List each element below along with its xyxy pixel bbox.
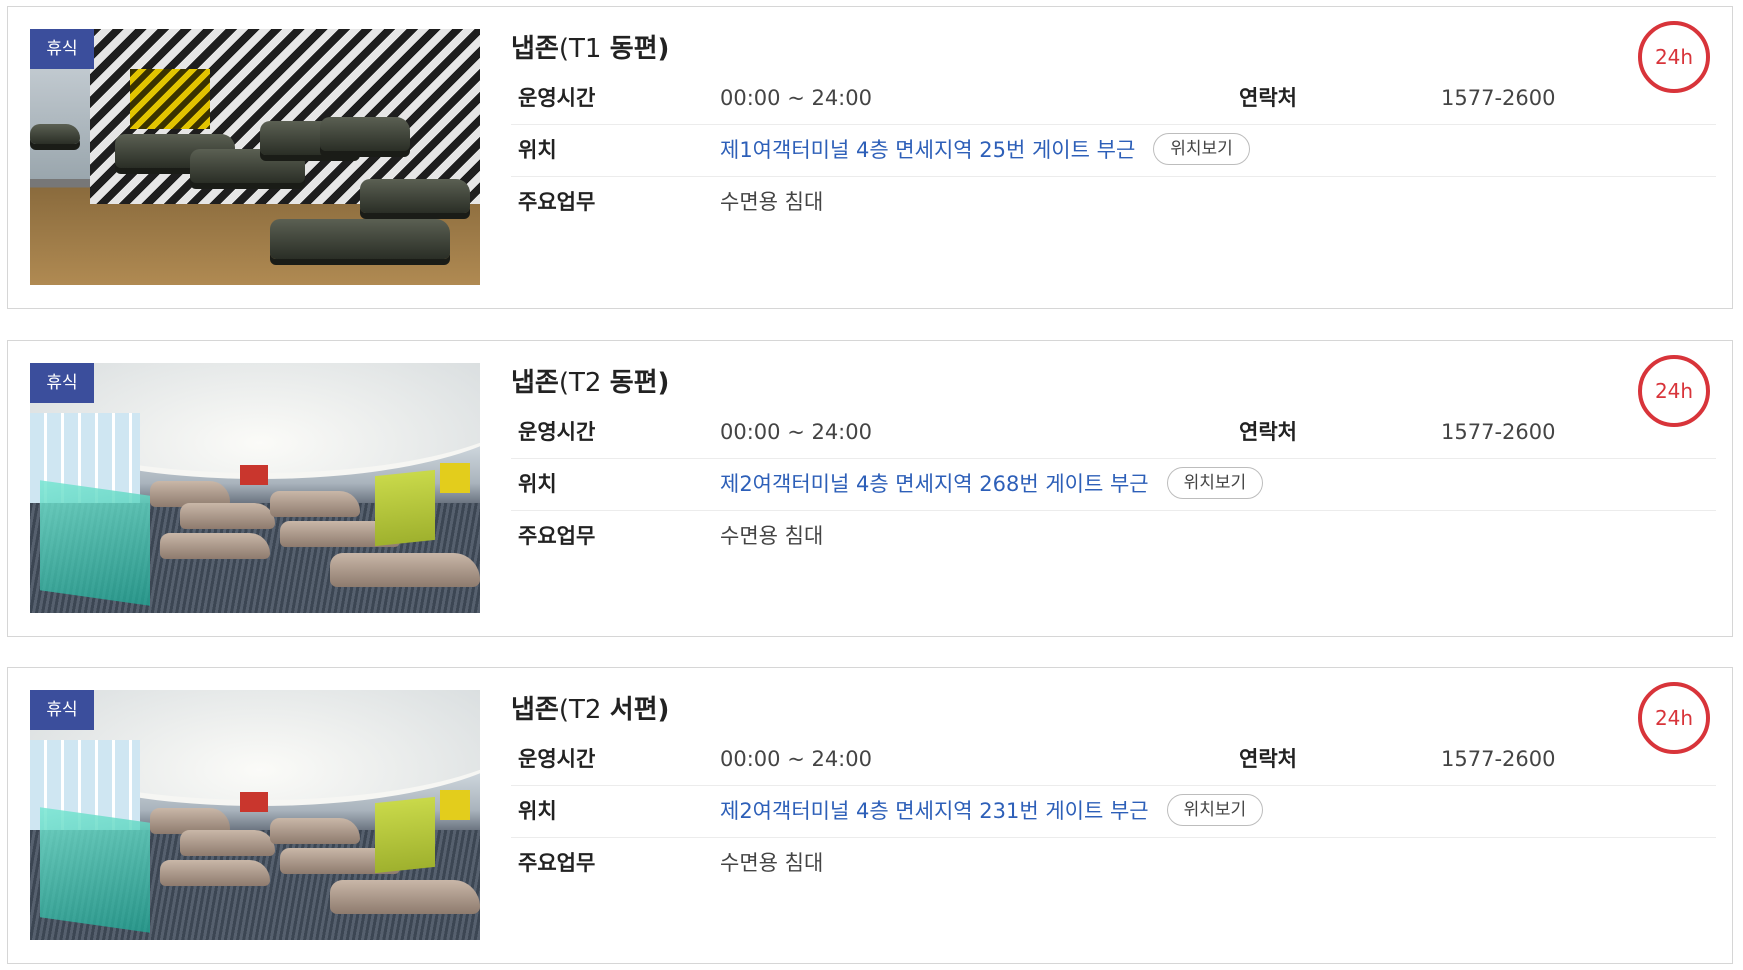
hours-value: 00:00 ~ 24:00 xyxy=(720,86,872,110)
duty-row: 주요업무 수면용 침대 xyxy=(511,511,1716,562)
facility-name: 냅존 xyxy=(511,695,559,725)
contact-value: 1577-2600 xyxy=(1441,420,1556,444)
hours-label: 운영시간 xyxy=(518,86,596,110)
duty-row: 주요업무 수면용 침대 xyxy=(511,838,1716,889)
facility-title: 냅존(T1 동편) xyxy=(511,25,1716,73)
contact-value: 1577-2600 xyxy=(1441,86,1556,110)
duty-label: 주요업무 xyxy=(518,524,596,548)
duty-value: 수면용 침대 xyxy=(720,524,824,548)
contact-value: 1577-2600 xyxy=(1441,747,1556,771)
contact-label: 연락처 xyxy=(1239,420,1297,444)
category-badge: 휴식 xyxy=(30,29,94,69)
facility-wing: 동편) xyxy=(609,368,670,398)
location-label: 위치 xyxy=(518,799,557,823)
facility-info: 냅존(T1 동편) 운영시간 00:00 ~ 24:00 연락처 1577-26… xyxy=(511,25,1716,228)
facility-photo[interactable]: 휴식 xyxy=(30,690,480,940)
hours-label: 운영시간 xyxy=(518,747,596,771)
facility-info: 냅존(T2 서편) 운영시간 00:00 ~ 24:00 연락처 1577-26… xyxy=(511,686,1716,889)
24h-badge-icon: 24h xyxy=(1638,21,1710,93)
hours-contact-row: 운영시간 00:00 ~ 24:00 연락처 1577-2600 xyxy=(511,734,1716,786)
rest-area-photo-icon xyxy=(30,29,480,285)
facility-name: 냅존 xyxy=(511,34,559,64)
contact-label: 연락처 xyxy=(1239,747,1297,771)
facility-info: 냅존(T2 동편) 운영시간 00:00 ~ 24:00 연락처 1577-26… xyxy=(511,359,1716,562)
facility-card: 휴식 냅존(T1 동편) 운영시간 00:00 ~ 24:00 연락처 1577… xyxy=(7,6,1733,309)
facility-title: 냅존(T2 동편) xyxy=(511,359,1716,407)
24h-badge-icon: 24h xyxy=(1638,355,1710,427)
location-row: 위치 제2여객터미널 4층 면세지역 268번 게이트 부근 위치보기 xyxy=(511,459,1716,511)
category-badge: 휴식 xyxy=(30,690,94,730)
rest-area-photo-icon xyxy=(30,690,480,940)
contact-label: 연락처 xyxy=(1239,86,1297,110)
location-row: 위치 제2여객터미널 4층 면세지역 231번 게이트 부근 위치보기 xyxy=(511,786,1716,838)
duty-label: 주요업무 xyxy=(518,190,596,214)
facility-list: 휴식 냅존(T1 동편) 운영시간 00:00 ~ 24:00 연락처 1577… xyxy=(0,0,1743,970)
hours-value: 00:00 ~ 24:00 xyxy=(720,420,872,444)
hours-value: 00:00 ~ 24:00 xyxy=(720,747,872,771)
facility-card: 휴식 냅존(T2 동편) 운영시간 00:00 ~ 24:00 연락처 1577… xyxy=(7,340,1733,637)
facility-photo[interactable]: 휴식 xyxy=(30,363,480,613)
facility-terminal: (T2 xyxy=(558,368,610,398)
duty-label: 주요업무 xyxy=(518,851,596,875)
hours-label: 운영시간 xyxy=(518,420,596,444)
24h-badge-icon: 24h xyxy=(1638,682,1710,754)
facility-terminal: (T2 xyxy=(558,695,610,725)
facility-photo[interactable]: 휴식 xyxy=(30,29,480,285)
duty-value: 수면용 침대 xyxy=(720,851,824,875)
view-location-button[interactable]: 위치보기 xyxy=(1153,133,1250,165)
view-location-button[interactable]: 위치보기 xyxy=(1166,794,1264,826)
location-link[interactable]: 제2여객터미널 4층 면세지역 268번 게이트 부근 xyxy=(720,472,1149,496)
view-location-button[interactable]: 위치보기 xyxy=(1166,467,1264,499)
facility-wing: 동편) xyxy=(609,34,670,64)
location-link[interactable]: 제2여객터미널 4층 면세지역 231번 게이트 부근 xyxy=(720,799,1149,823)
location-row: 위치 제1여객터미널 4층 면세지역 25번 게이트 부근 위치보기 xyxy=(511,125,1716,177)
rest-area-photo-icon xyxy=(30,363,480,613)
duty-row: 주요업무 수면용 침대 xyxy=(511,177,1716,228)
location-label: 위치 xyxy=(518,138,557,162)
facility-title: 냅존(T2 서편) xyxy=(511,686,1716,734)
location-label: 위치 xyxy=(518,472,557,496)
facility-name: 냅존 xyxy=(511,368,559,398)
category-badge: 휴식 xyxy=(30,363,94,403)
hours-contact-row: 운영시간 00:00 ~ 24:00 연락처 1577-2600 xyxy=(511,73,1716,125)
facility-terminal: (T1 xyxy=(558,34,610,64)
facility-wing: 서편) xyxy=(609,695,670,725)
location-link[interactable]: 제1여객터미널 4층 면세지역 25번 게이트 부근 xyxy=(720,138,1135,162)
facility-card: 휴식 냅존(T2 서편) 운영시간 00:00 ~ 24:00 연락처 1577… xyxy=(7,667,1733,964)
duty-value: 수면용 침대 xyxy=(720,190,824,214)
hours-contact-row: 운영시간 00:00 ~ 24:00 연락처 1577-2600 xyxy=(511,407,1716,459)
